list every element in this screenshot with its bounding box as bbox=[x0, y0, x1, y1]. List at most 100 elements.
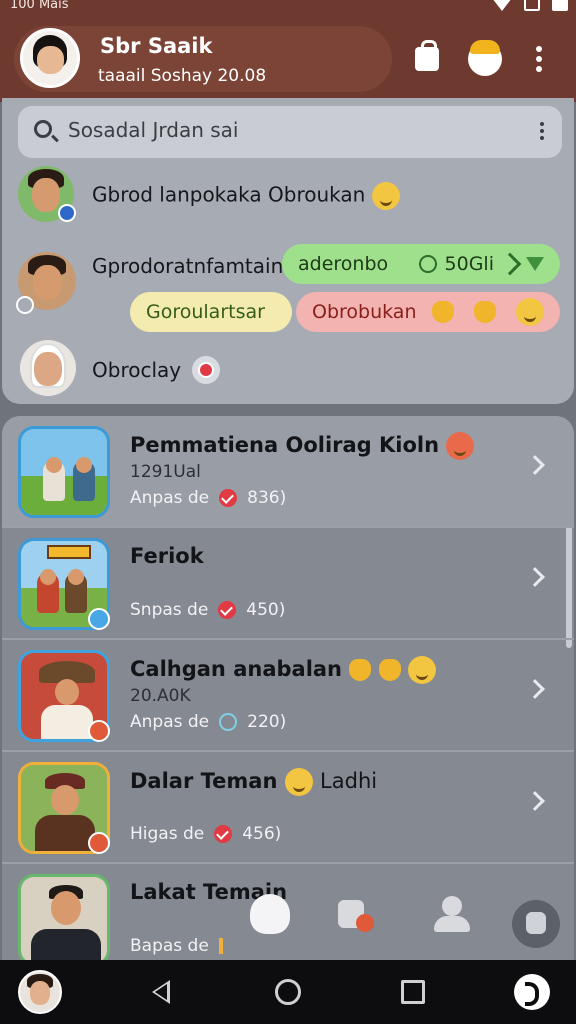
list-item-meta: Anpas de 220) bbox=[130, 712, 286, 732]
yellow-chip[interactable]: Goroulartsar bbox=[130, 292, 292, 332]
chat-title[interactable]: Gprodoratnfamtain bbox=[92, 254, 283, 278]
green-chip[interactable]: aderonbo 50Gli bbox=[282, 244, 560, 284]
nav-avatar[interactable] bbox=[18, 970, 62, 1014]
status-icons bbox=[492, 0, 568, 11]
app-header: Sbr Saaik taaail Soshay 20.08 bbox=[0, 16, 576, 102]
title-text: Dalar Teman bbox=[130, 769, 278, 793]
search-icon bbox=[34, 120, 52, 138]
paw-icon bbox=[378, 659, 401, 681]
search-more-icon[interactable] bbox=[540, 122, 544, 140]
title-suffix: Ladhi bbox=[320, 769, 378, 793]
grin-emoji-icon bbox=[516, 298, 544, 326]
chip-label: Obrobukan bbox=[312, 301, 417, 323]
meta-label: Snpas de bbox=[130, 600, 209, 620]
status-dot-icon bbox=[16, 296, 34, 314]
meta-value: 220) bbox=[247, 712, 287, 732]
ghost-tab-icon[interactable] bbox=[250, 894, 290, 934]
heart-check-icon bbox=[214, 825, 233, 843]
coin-icon bbox=[418, 255, 437, 273]
list-item-title: Dalar Teman Ladhi bbox=[130, 768, 377, 796]
home-icon[interactable] bbox=[275, 979, 301, 1005]
chat-title[interactable]: Gbrod lanpokaka Obroukan bbox=[92, 182, 400, 210]
meta-label: Bapas de bbox=[130, 936, 209, 956]
avatar[interactable] bbox=[20, 340, 76, 396]
friends-tab-icon[interactable] bbox=[338, 894, 374, 934]
heart-check-icon bbox=[218, 601, 237, 619]
list-item-meta: Anpas de 836) bbox=[130, 488, 286, 508]
meta-label: Anpas de bbox=[130, 488, 210, 508]
list-item-meta: Bapas de bbox=[130, 936, 223, 956]
bag-icon bbox=[415, 40, 439, 71]
chip-value: 50Gli bbox=[444, 253, 494, 275]
notification-icon[interactable] bbox=[192, 356, 220, 384]
smile-emoji-icon bbox=[371, 182, 400, 210]
mascot-icon bbox=[446, 432, 475, 460]
list-item-count: 1291Ual bbox=[130, 462, 201, 482]
app-shortcut-icon[interactable] bbox=[514, 974, 550, 1010]
list-item-meta: Snpas de 450) bbox=[130, 600, 285, 620]
badge-icon bbox=[88, 832, 110, 854]
smile-emoji-icon bbox=[407, 656, 436, 684]
meta-value: 836) bbox=[247, 488, 287, 508]
more-icon bbox=[536, 46, 542, 72]
content-list: Pemmatiena Oolirag Kioln 1291Ual Anpas d… bbox=[2, 416, 574, 976]
list-item-meta: Higas de 456) bbox=[130, 824, 281, 844]
chat-card: Sosadal Jrdan sai Gbrod lanpokaka Obrouk… bbox=[2, 98, 574, 404]
meta-value: 450) bbox=[246, 600, 286, 620]
list-item-title: Pemmatiena Oolirag Kioln bbox=[130, 432, 475, 460]
search-input[interactable]: Sosadal Jrdan sai bbox=[68, 118, 238, 142]
face-icon bbox=[468, 40, 502, 76]
hint-icon bbox=[218, 938, 223, 954]
more-button[interactable] bbox=[522, 42, 556, 76]
chevron-right-icon bbox=[525, 679, 545, 699]
pink-chip[interactable]: Obrobukan bbox=[296, 292, 560, 332]
profile-avatar[interactable] bbox=[20, 28, 80, 88]
list-item[interactable]: Pemmatiena Oolirag Kioln 1291Ual Anpas d… bbox=[2, 416, 574, 528]
list-item-thumbnail bbox=[18, 874, 110, 966]
profile-name: Sbr Saaik bbox=[100, 34, 213, 58]
status-bar: 100 Mais bbox=[0, 0, 576, 16]
verified-icon bbox=[88, 608, 110, 630]
edit-icon bbox=[498, 252, 522, 276]
profile-subtitle: taaail Soshay 20.08 bbox=[98, 66, 267, 86]
clock-icon bbox=[219, 713, 238, 731]
meta-label: Anpas de bbox=[130, 712, 210, 732]
wifi-icon bbox=[524, 0, 540, 11]
profile-tab-icon[interactable] bbox=[432, 894, 472, 934]
list-item-title: Feriok bbox=[130, 544, 204, 568]
check-icon bbox=[526, 257, 544, 271]
battery-icon bbox=[552, 0, 568, 11]
chevron-right-icon bbox=[525, 567, 545, 587]
meta-label: Higas de bbox=[130, 824, 205, 844]
paw-icon bbox=[432, 301, 454, 323]
badge-icon bbox=[88, 720, 110, 742]
list-item-title: Calhgan anabalan bbox=[130, 656, 436, 684]
heart-check-icon bbox=[219, 489, 238, 507]
verified-icon bbox=[58, 204, 76, 222]
smile-emoji-icon bbox=[284, 768, 313, 796]
active-tab-icon[interactable] bbox=[512, 900, 560, 948]
list-item[interactable]: Dalar Teman Ladhi Higas de 456) bbox=[2, 752, 574, 864]
paw-icon bbox=[474, 301, 496, 323]
chat-label: Gbrod lanpokaka Obroukan bbox=[92, 182, 366, 207]
signal-icon bbox=[492, 0, 512, 11]
title-text: Pemmatiena Oolirag Kioln bbox=[130, 433, 440, 457]
search-bar[interactable]: Sosadal Jrdan sai bbox=[18, 106, 562, 158]
bag-button[interactable] bbox=[410, 40, 444, 76]
list-item[interactable]: Feriok Snpas de 450) bbox=[2, 528, 574, 640]
paw-icon bbox=[349, 659, 372, 681]
chip-label: aderonbo bbox=[298, 253, 389, 275]
title-text: Calhgan anabalan bbox=[130, 657, 343, 681]
chat-title[interactable]: Obroclay bbox=[92, 358, 181, 382]
recents-icon[interactable] bbox=[401, 980, 425, 1004]
list-item-thumbnail bbox=[18, 426, 110, 518]
system-nav-bar bbox=[0, 960, 576, 1024]
list-item-count: 20.A0K bbox=[130, 686, 191, 706]
back-icon[interactable] bbox=[152, 980, 170, 1004]
chevron-right-icon bbox=[525, 455, 545, 475]
status-text: 100 Mais bbox=[10, 0, 69, 12]
meta-value: 456) bbox=[242, 824, 282, 844]
avatar-button[interactable] bbox=[468, 40, 502, 76]
chevron-right-icon bbox=[525, 791, 545, 811]
list-item[interactable]: Calhgan anabalan 20.A0K Anpas de 220) bbox=[2, 640, 574, 752]
